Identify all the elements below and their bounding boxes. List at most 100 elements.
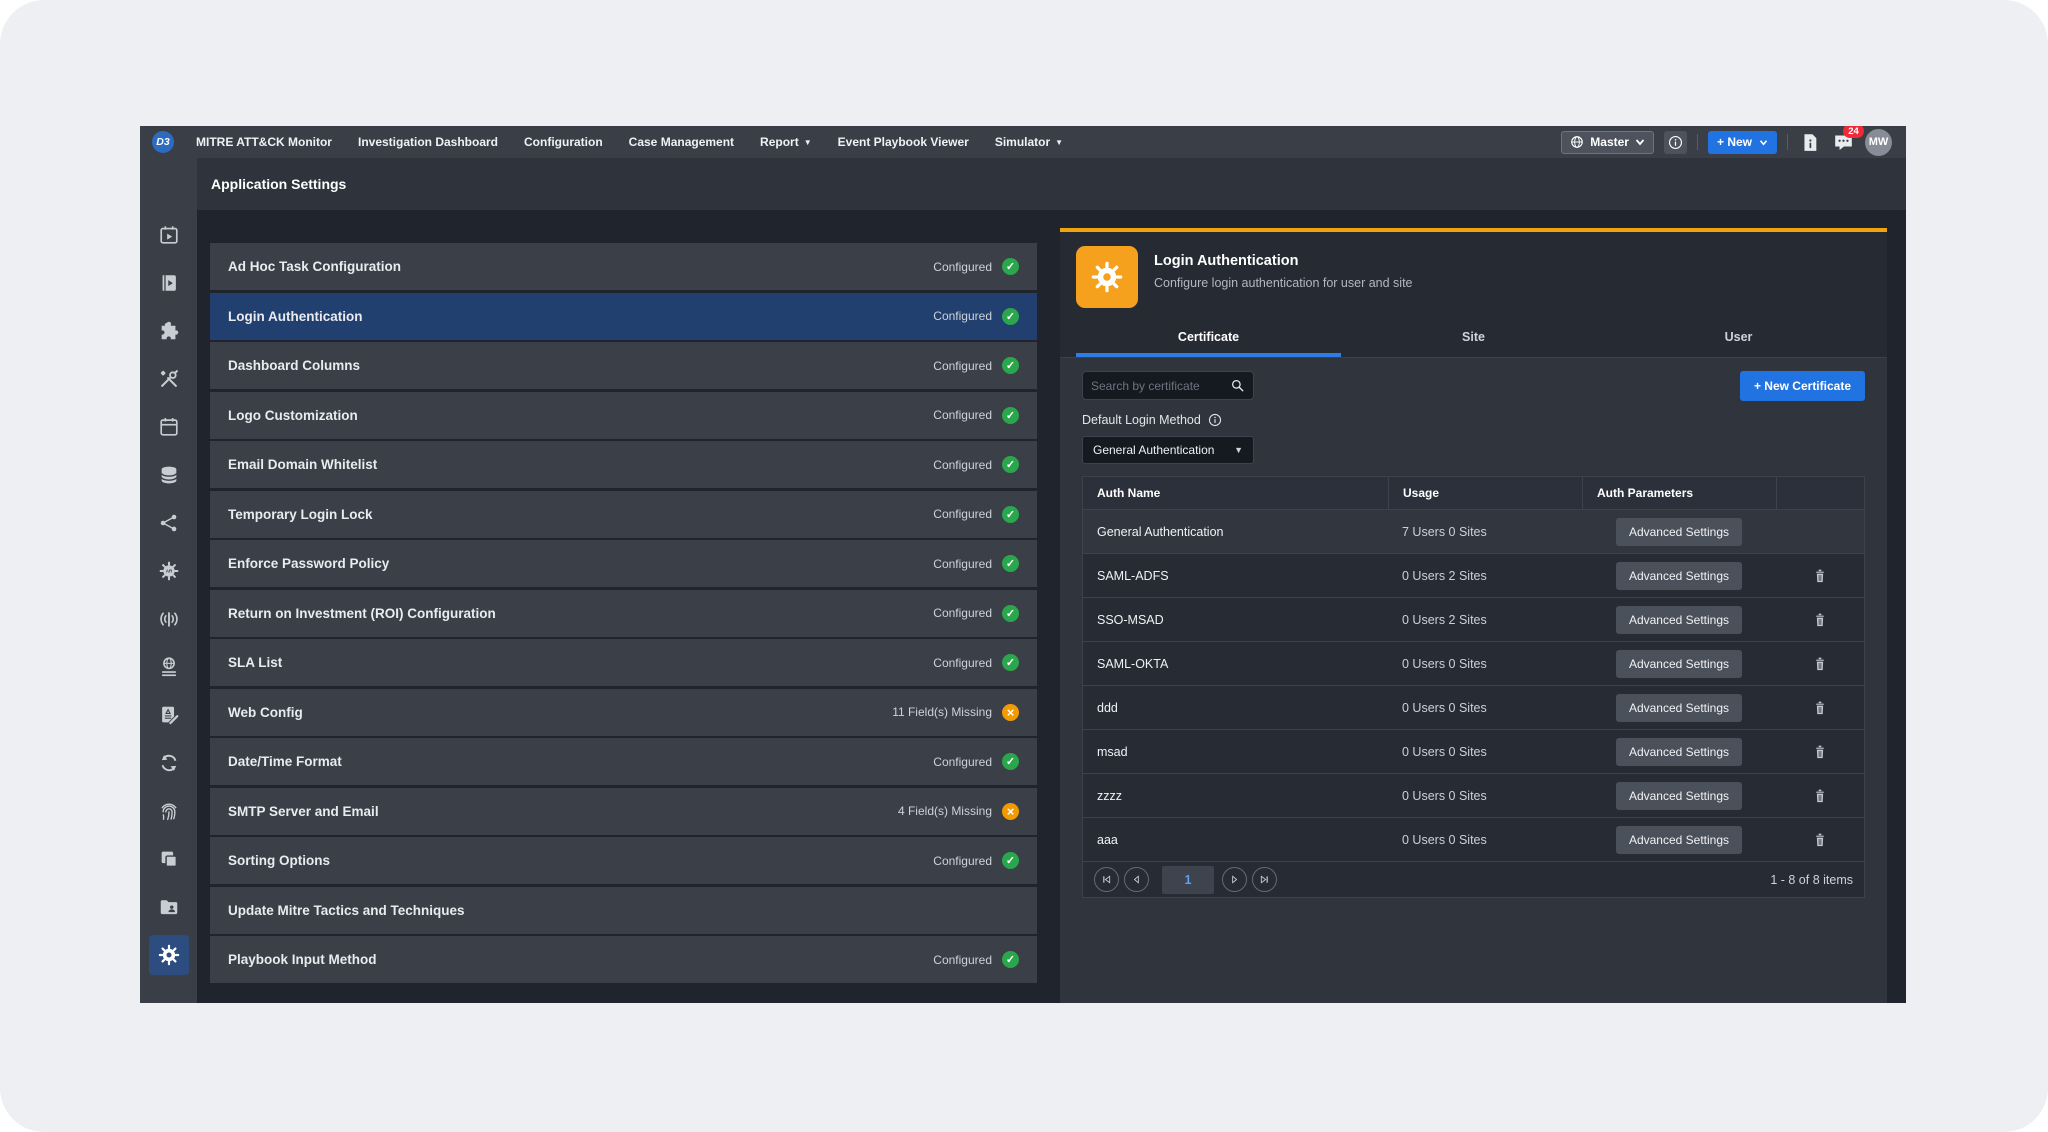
nav-item-event-playbook-viewer[interactable]: Event Playbook Viewer <box>838 135 969 149</box>
advanced-settings-button[interactable]: Advanced Settings <box>1616 606 1742 634</box>
pagination-first-button[interactable] <box>1094 867 1119 892</box>
sidebar-item-web[interactable] <box>140 643 197 691</box>
default-login-method-select[interactable]: General Authentication ▼ <box>1082 436 1254 464</box>
panel-header: Login Authentication Configure login aut… <box>1060 232 1887 358</box>
table-row[interactable]: SAML-OKTA 0 Users 0 Sites Advanced Setti… <box>1083 641 1864 685</box>
chevron-down-icon <box>1635 138 1645 146</box>
file-info-icon <box>1802 133 1818 152</box>
list-item[interactable]: Date/Time FormatConfigured✓ <box>210 738 1037 785</box>
pagination-next-button[interactable] <box>1222 867 1247 892</box>
info-icon <box>1668 135 1683 150</box>
detail-panel: Login Authentication Configure login aut… <box>1060 228 1887 1003</box>
tab-site[interactable]: Site <box>1341 320 1606 357</box>
sidebar-item-calendar[interactable] <box>140 403 197 451</box>
list-item[interactable]: SMTP Server and Email4 Field(s) Missing× <box>210 788 1037 835</box>
list-item[interactable]: SLA ListConfigured✓ <box>210 639 1037 686</box>
sidebar-item-application-settings[interactable] <box>140 931 197 979</box>
nav-item-simulator[interactable]: Simulator▼ <box>995 135 1063 149</box>
x-icon: × <box>1002 704 1019 721</box>
current-page-indicator[interactable]: 1 <box>1162 866 1214 894</box>
new-button[interactable]: + New <box>1708 131 1777 154</box>
nav-item-case-management[interactable]: Case Management <box>629 135 734 149</box>
new-certificate-button[interactable]: + New Certificate <box>1740 371 1865 401</box>
trash-icon <box>1813 656 1827 672</box>
delete-button[interactable] <box>1813 612 1827 628</box>
advanced-settings-button[interactable]: Advanced Settings <box>1616 518 1742 546</box>
calendar-play-icon <box>158 224 180 246</box>
advanced-settings-button[interactable]: Advanced Settings <box>1616 694 1742 722</box>
delete-button[interactable] <box>1813 656 1827 672</box>
delete-button[interactable] <box>1813 744 1827 760</box>
globe-lines-icon <box>158 656 180 678</box>
table-row[interactable]: SSO-MSAD 0 Users 2 Sites Advanced Settin… <box>1083 597 1864 641</box>
document-edit-icon <box>158 704 180 726</box>
list-item[interactable]: Return on Investment (ROI) Configuration… <box>210 590 1037 637</box>
status-text: Configured <box>933 953 992 967</box>
tab-user[interactable]: User <box>1606 320 1871 357</box>
sidebar-item-share[interactable] <box>140 499 197 547</box>
search-input[interactable] <box>1091 379 1230 393</box>
list-item[interactable]: Enforce Password PolicyConfigured✓ <box>210 540 1037 587</box>
list-item-selected[interactable]: Login AuthenticationConfigured✓ <box>210 293 1037 340</box>
notification-count-badge: 24 <box>1843 126 1864 138</box>
sidebar-item-integrations[interactable] <box>140 307 197 355</box>
nav-item-mitre-attck-monitor[interactable]: MITRE ATT&CK Monitor <box>196 135 332 149</box>
advanced-settings-button[interactable]: Advanced Settings <box>1616 738 1742 766</box>
table-row[interactable]: msad 0 Users 0 Sites Advanced Settings <box>1083 729 1864 773</box>
list-item[interactable]: Update Mitre Tactics and Techniques <box>210 887 1037 934</box>
table-row[interactable]: zzzz 0 Users 0 Sites Advanced Settings <box>1083 773 1864 817</box>
sidebar-item-broadcast[interactable] <box>140 595 197 643</box>
pagination-last-button[interactable] <box>1252 867 1277 892</box>
sidebar-item-user-folder[interactable] <box>140 883 197 931</box>
nav-item-investigation-dashboard[interactable]: Investigation Dashboard <box>358 135 498 149</box>
pagination-prev-button[interactable] <box>1124 867 1149 892</box>
delete-button[interactable] <box>1813 568 1827 584</box>
check-icon: ✓ <box>1002 753 1019 770</box>
release-notes-button[interactable] <box>1798 131 1821 154</box>
table-row[interactable]: ddd 0 Users 0 Sites Advanced Settings <box>1083 685 1864 729</box>
settings-list: Ad Hoc Task ConfigurationConfigured✓ Log… <box>210 243 1037 986</box>
list-item[interactable]: Playbook Input MethodConfigured✓ <box>210 936 1037 983</box>
list-item[interactable]: Web Config11 Field(s) Missing× <box>210 689 1037 736</box>
notifications-button[interactable]: 24 <box>1831 131 1855 153</box>
list-item[interactable]: Logo CustomizationConfigured✓ <box>210 392 1037 439</box>
advanced-settings-button[interactable]: Advanced Settings <box>1616 650 1742 678</box>
table-row[interactable]: General Authentication 7 Users 0 Sites A… <box>1083 509 1864 553</box>
copy-icon <box>158 848 180 870</box>
advanced-settings-button[interactable]: Advanced Settings <box>1616 826 1742 854</box>
first-page-icon <box>1101 874 1112 885</box>
d3-logo[interactable]: D3 <box>152 131 174 153</box>
info-button[interactable] <box>1664 131 1687 154</box>
tab-certificate[interactable]: Certificate <box>1076 320 1341 357</box>
sidebar-item-calendar-play[interactable] <box>140 211 197 259</box>
nav-item-configuration[interactable]: Configuration <box>524 135 603 149</box>
list-item[interactable]: Temporary Login LockConfigured✓ <box>210 491 1037 538</box>
advanced-settings-button[interactable]: Advanced Settings <box>1616 782 1742 810</box>
list-item[interactable]: Sorting OptionsConfigured✓ <box>210 837 1037 884</box>
sidebar-item-automation-gear[interactable]: AR <box>140 547 197 595</box>
sidebar-item-sync[interactable] <box>140 739 197 787</box>
list-item[interactable]: Dashboard ColumnsConfigured✓ <box>210 342 1037 389</box>
search-icon[interactable] <box>1230 378 1245 393</box>
user-avatar[interactable]: MW <box>1865 129 1892 156</box>
next-page-icon <box>1229 874 1240 885</box>
list-item[interactable]: Email Domain WhitelistConfigured✓ <box>210 441 1037 488</box>
advanced-settings-button[interactable]: Advanced Settings <box>1616 562 1742 590</box>
list-item[interactable]: Ad Hoc Task ConfigurationConfigured✓ <box>210 243 1037 290</box>
table-row[interactable]: SAML-ADFS 0 Users 2 Sites Advanced Setti… <box>1083 553 1864 597</box>
delete-button[interactable] <box>1813 700 1827 716</box>
sidebar-item-playbook[interactable] <box>140 259 197 307</box>
sidebar-item-utilities[interactable] <box>140 355 197 403</box>
sidebar-item-fingerprint[interactable] <box>140 787 197 835</box>
sidebar-item-copy[interactable] <box>140 835 197 883</box>
sidebar-item-database[interactable] <box>140 451 197 499</box>
column-auth-parameters: Auth Parameters <box>1582 477 1776 509</box>
check-icon: ✓ <box>1002 951 1019 968</box>
info-icon[interactable] <box>1208 413 1222 427</box>
table-row[interactable]: aaa 0 Users 0 Sites Advanced Settings <box>1083 817 1864 861</box>
delete-button[interactable] <box>1813 832 1827 848</box>
delete-button[interactable] <box>1813 788 1827 804</box>
master-site-selector[interactable]: Master <box>1561 131 1654 154</box>
sidebar-item-report-template[interactable] <box>140 691 197 739</box>
nav-item-report[interactable]: Report▼ <box>760 135 812 149</box>
